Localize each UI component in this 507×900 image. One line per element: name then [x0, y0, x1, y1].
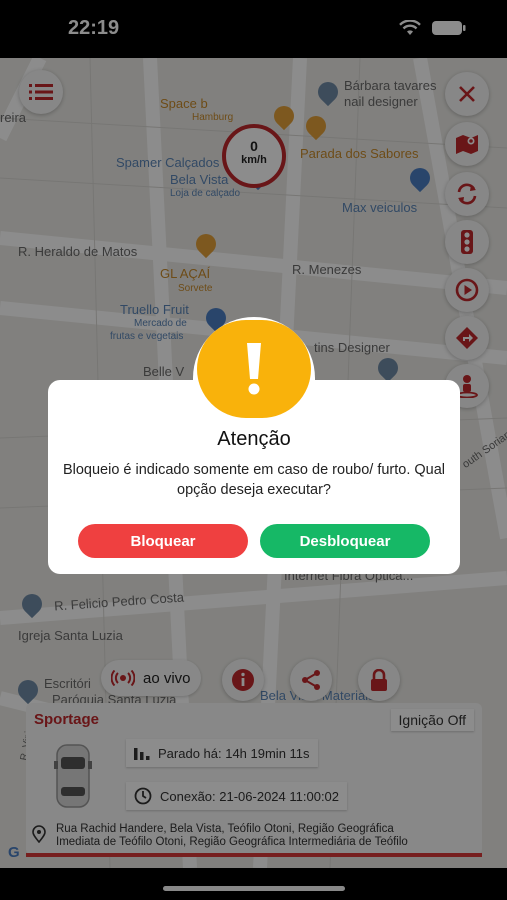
dialog-title: Atenção [217, 428, 291, 450]
dialog-message: Bloqueio é indicado somente em caso de r… [62, 462, 446, 498]
home-indicator [163, 886, 345, 891]
unblock-button[interactable]: Desbloquear [260, 524, 430, 558]
warning-icon [197, 320, 311, 418]
block-button[interactable]: Bloquear [78, 524, 248, 558]
